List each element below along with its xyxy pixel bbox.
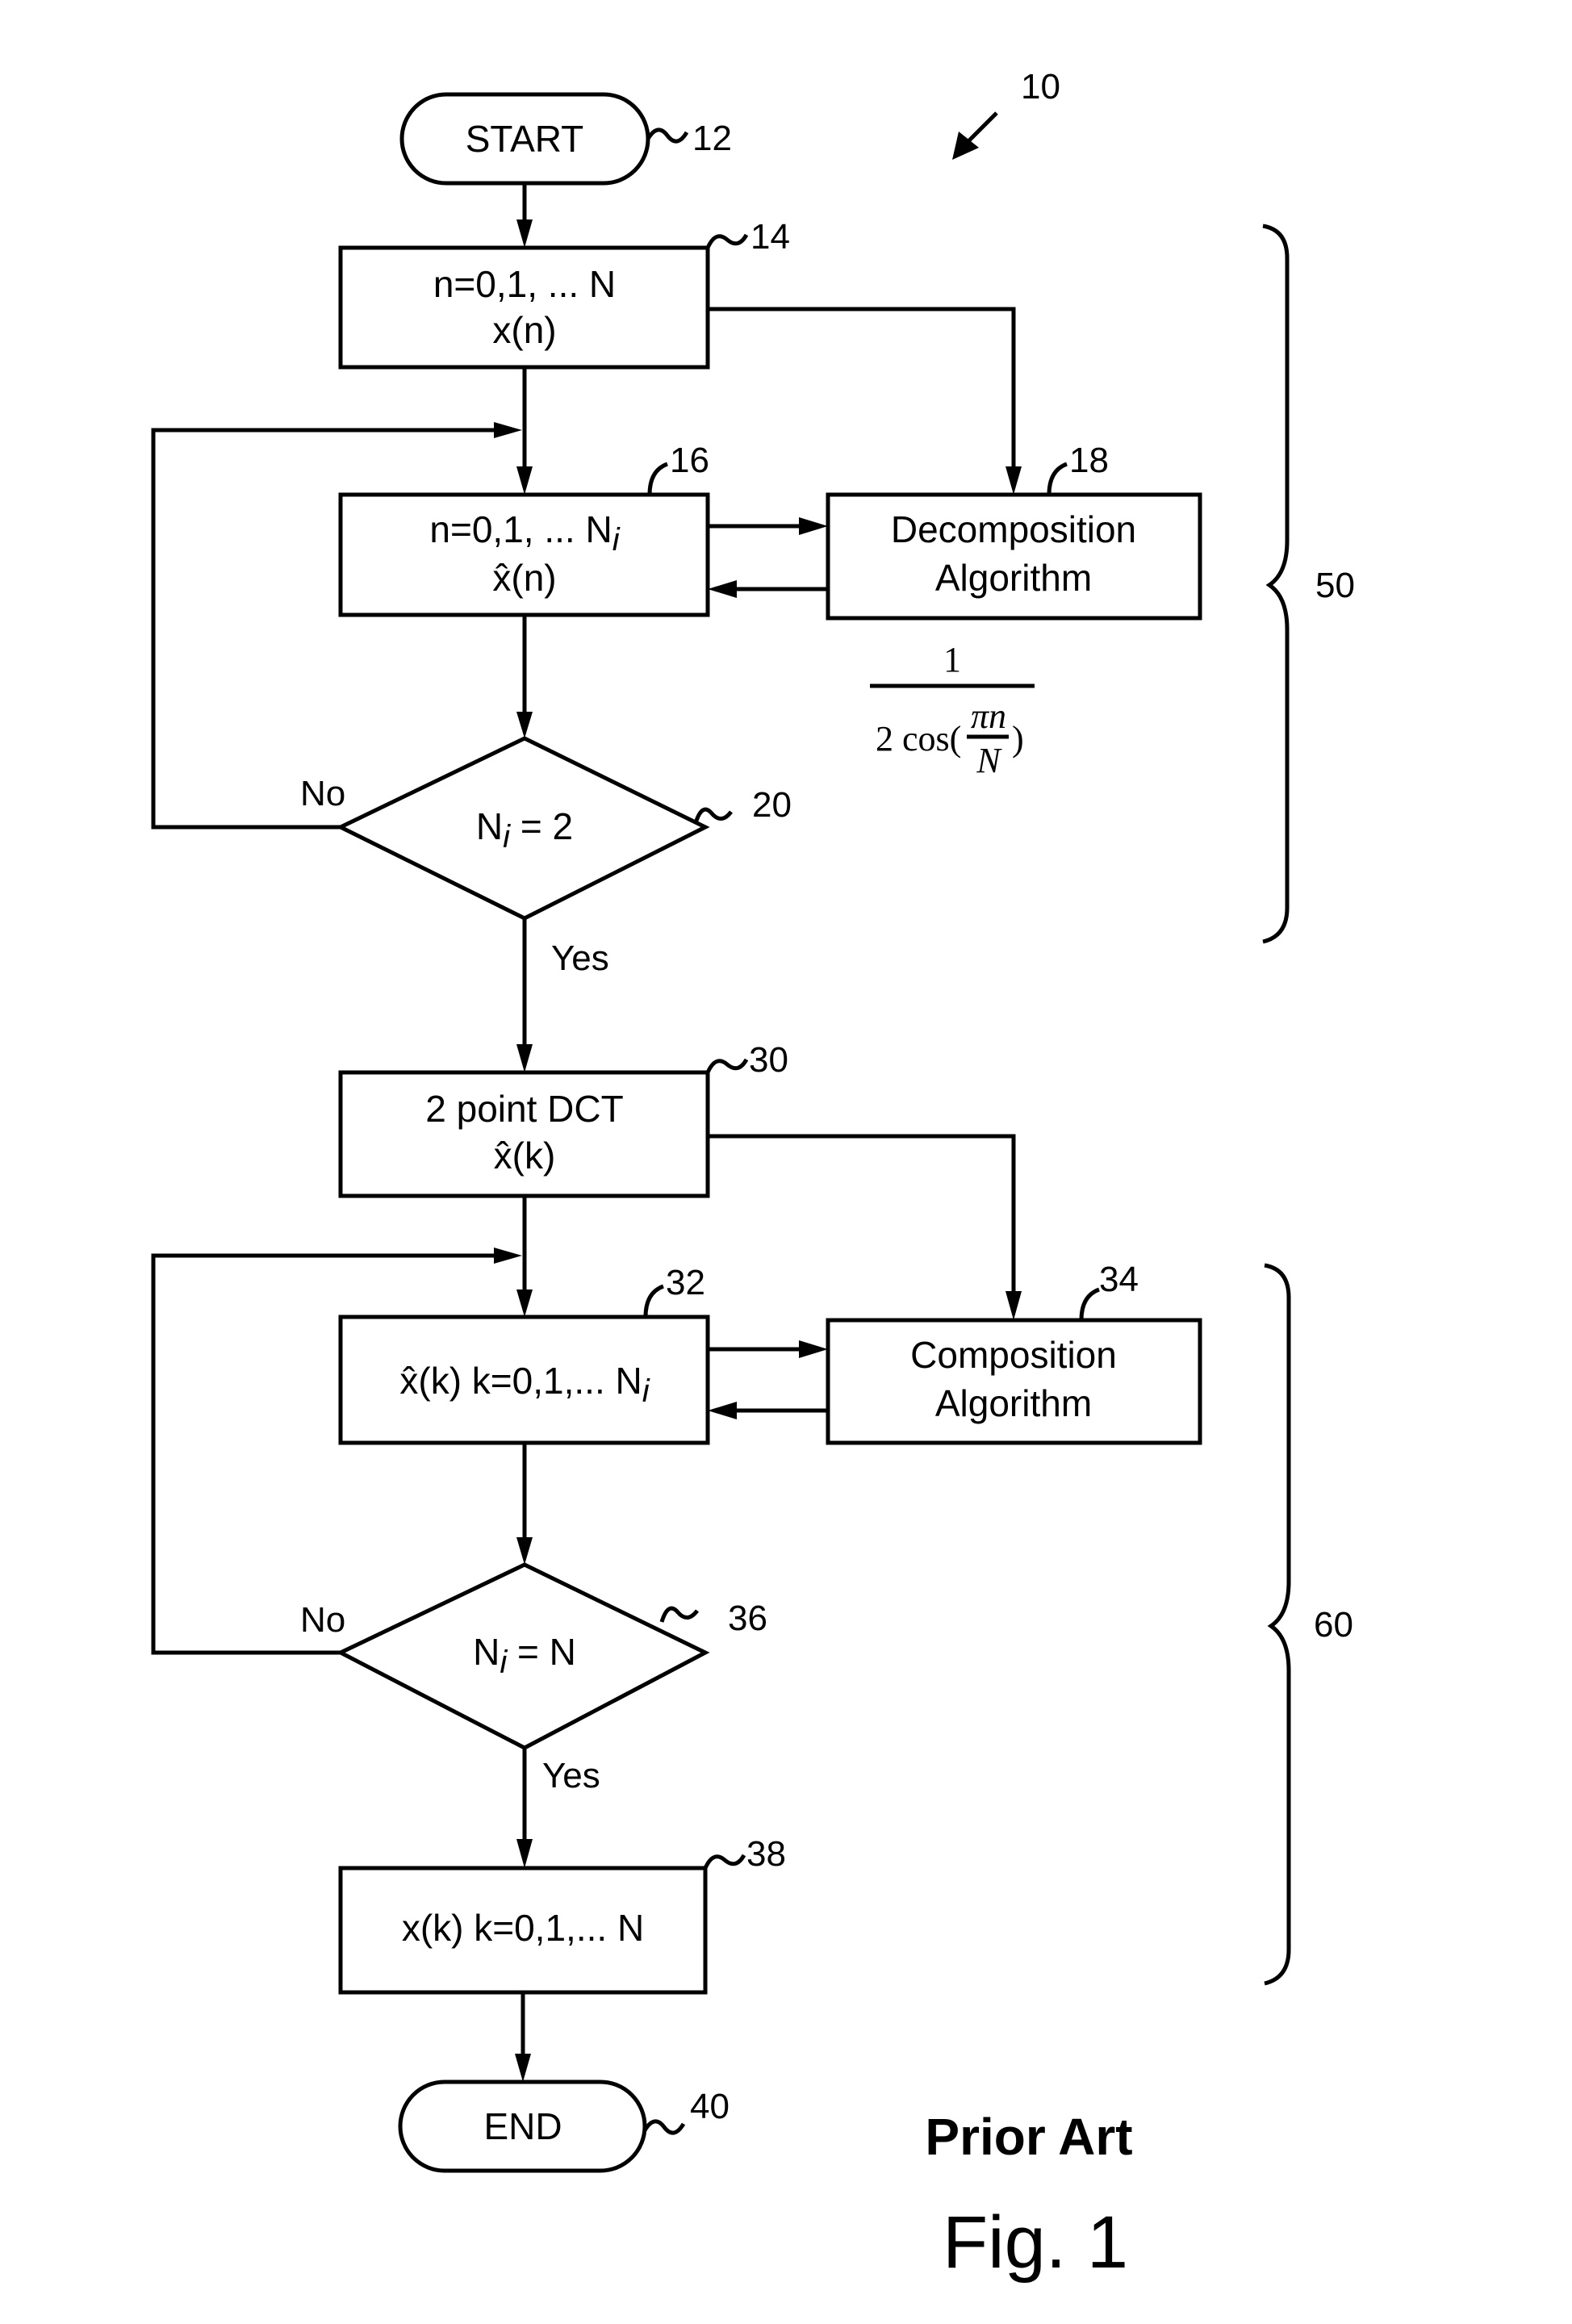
composition-algorithm-line2: Algorithm <box>935 1382 1092 1424</box>
two-point-dct-box: 2 point DCT x̂(k) 30 <box>338 1040 788 1198</box>
prior-art-caption: Prior Art <box>925 2108 1132 2166</box>
input-samples-box: n=0,1, ... N x(n) 14 <box>338 217 790 370</box>
arrow-dct-to-comp-algo <box>708 1134 1022 1320</box>
decomposition-algorithm-line1: Decomposition <box>891 508 1136 550</box>
arrow-comp-stage-to-algo <box>708 1340 828 1358</box>
arrow-start-to-input <box>516 183 533 248</box>
two-point-dct-ref: 30 <box>749 1040 788 1080</box>
decomposition-brace-ref: 50 <box>1315 566 1355 605</box>
arrow-output-to-end <box>515 1992 531 2082</box>
decomposition-algorithm-line2: Algorithm <box>935 557 1092 599</box>
formula-numerator: 1 <box>943 640 961 679</box>
arrow-comp-stage-to-decision <box>516 1443 533 1565</box>
decision-2-yes-label: Yes <box>551 938 609 978</box>
decision-n-ref: 36 <box>728 1599 767 1638</box>
formula-frac-den: N <box>976 741 1002 780</box>
end-ref: 40 <box>690 2087 730 2126</box>
decision-2-label: Ni = 2 <box>476 805 573 855</box>
end-terminal: END 40 <box>398 2079 730 2173</box>
start-terminal: START 12 <box>399 92 732 186</box>
comp-stage-ref: 32 <box>666 1263 705 1302</box>
decomposition-brace: 50 <box>1262 224 1355 944</box>
arrow-decomp-stage-to-decision <box>516 615 533 738</box>
arrow-decomp-algo-to-stage <box>708 580 828 598</box>
decision-n-label: Ni = N <box>473 1631 576 1680</box>
composition-brace: 60 <box>1264 1263 1353 1986</box>
decision-ni-equals-n: Ni = N 36 No Yes <box>300 1562 767 1795</box>
arrow-decision-n-to-output <box>516 1748 533 1868</box>
formula-denominator-suffix: ) <box>1012 719 1024 759</box>
decomposition-formula: 1 2 cos( πn N ) <box>870 640 1035 780</box>
decomp-stage-line2: x̂(n) <box>492 557 556 599</box>
composition-brace-ref: 60 <box>1314 1605 1353 1645</box>
formula-frac-num: πn <box>971 696 1006 736</box>
input-samples-line2: x(n) <box>492 309 556 351</box>
output-box: x(k) k=0,1,... N 38 <box>338 1834 786 1995</box>
decision-2-no-label: No <box>300 774 345 813</box>
arrow-comp-algo-to-stage <box>708 1402 828 1419</box>
arrow-decision-2-to-dct <box>516 918 533 1072</box>
decomp-stage-line1: n=0,1, ... Ni <box>429 508 620 558</box>
decomp-stage-ref: 16 <box>670 441 709 480</box>
comp-stage-line1: x̂(k) k=0,1,... Ni <box>399 1360 650 1409</box>
arrow-decomp-stage-to-algo <box>708 517 828 535</box>
output-label: x(k) k=0,1,... N <box>402 1907 644 1949</box>
input-samples-ref: 14 <box>750 217 790 257</box>
start-ref: 12 <box>692 119 732 158</box>
decomposition-algorithm-ref: 18 <box>1069 441 1109 480</box>
formula-denominator-prefix: 2 cos( <box>876 719 961 759</box>
composition-algorithm-line1: Composition <box>910 1334 1117 1376</box>
two-point-dct-line2: x̂(k) <box>494 1135 556 1177</box>
composition-algorithm-ref: 34 <box>1099 1260 1139 1299</box>
start-label: START <box>466 118 584 160</box>
figure-caption: Fig. 1 <box>943 2201 1128 2284</box>
decision-n-no-label: No <box>300 1600 345 1640</box>
arrow-input-to-decomp-algo <box>708 307 1022 495</box>
decision-n-yes-label: Yes <box>542 1756 600 1795</box>
output-ref: 38 <box>746 1834 786 1874</box>
two-point-dct-line1: 2 point DCT <box>425 1088 623 1130</box>
figure-ref-arrow <box>952 111 998 160</box>
decision-ni-equals-2: Ni = 2 20 No Yes <box>300 736 792 978</box>
end-label: END <box>483 2105 562 2147</box>
decision-2-ref: 20 <box>752 785 792 825</box>
flowchart-figure: 10 START 12 n=0,1, ... N x(n) 14 n=0,1, … <box>151 67 1355 2284</box>
figure-ref-number: 10 <box>1021 67 1060 107</box>
input-samples-line1: n=0,1, ... N <box>433 263 616 305</box>
